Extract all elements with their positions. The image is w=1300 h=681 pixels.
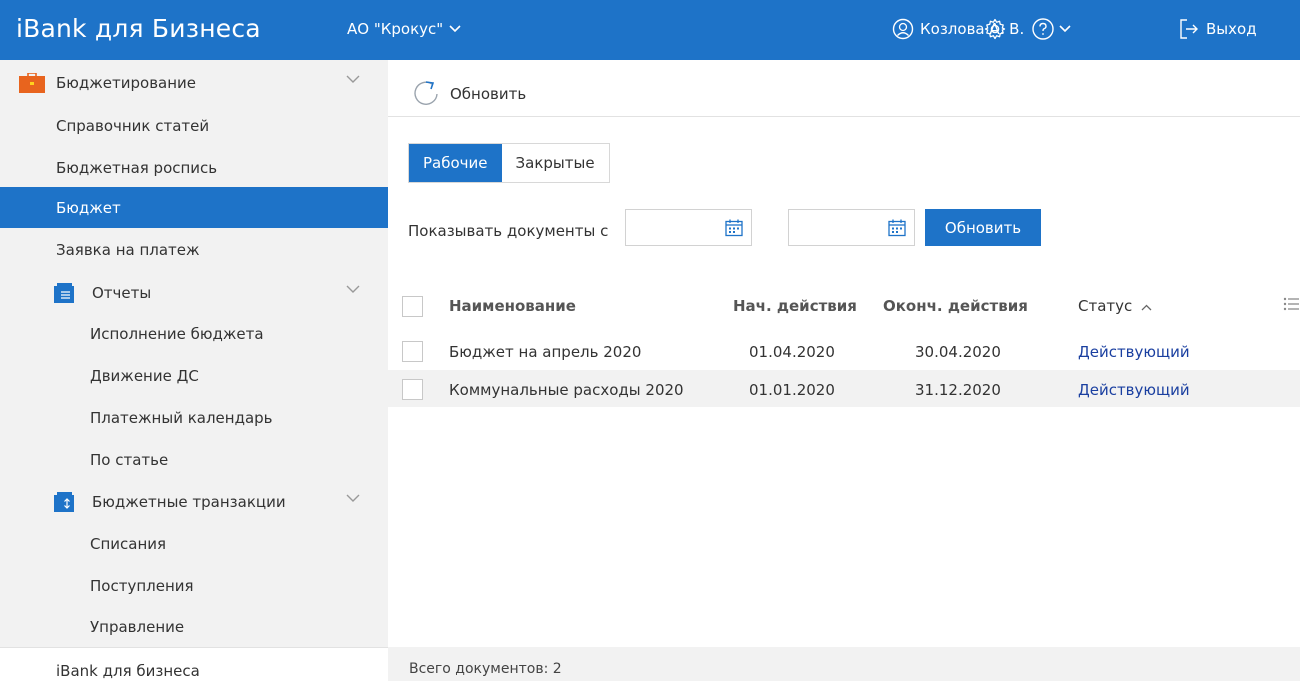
sidebar-item-payment-calendar[interactable]: Платежный календарь bbox=[0, 397, 388, 438]
column-header-status[interactable]: Статус bbox=[1078, 297, 1152, 315]
app-brand[interactable]: iBank для Бизнеса bbox=[16, 14, 261, 43]
sidebar-section-budgeting[interactable]: Бюджетирование bbox=[0, 62, 388, 103]
app-header: iBank для Бизнеса АО "Крокус" Козлова А.… bbox=[0, 0, 1300, 60]
filter-refresh-button[interactable]: Обновить bbox=[925, 209, 1041, 246]
refresh-icon bbox=[414, 81, 438, 105]
cell-end: 30.04.2020 bbox=[915, 343, 1001, 361]
sidebar-item-label: Поступления bbox=[90, 576, 194, 595]
help-menu[interactable] bbox=[1031, 17, 1071, 41]
sidebar-item-label: Бюджет bbox=[56, 198, 121, 217]
sidebar-item-label: По статье bbox=[90, 450, 169, 469]
toolbar: Обновить bbox=[388, 60, 1300, 117]
sidebar-item-receipts[interactable]: Поступления bbox=[0, 565, 388, 606]
sidebar-group-label: Отчеты bbox=[92, 283, 152, 302]
sidebar-item-by-article[interactable]: По статье bbox=[0, 439, 388, 480]
cell-start: 01.04.2020 bbox=[749, 343, 835, 361]
chevron-down-icon bbox=[346, 285, 360, 293]
date-from-field[interactable] bbox=[625, 209, 752, 246]
sidebar-item-label: Бюджетная роспись bbox=[56, 158, 218, 177]
sidebar-section-label: Бюджетирование bbox=[56, 73, 197, 92]
sidebar-footer: iBank для бизнеса bbox=[0, 647, 388, 681]
cell-name: Бюджет на апрель 2020 bbox=[449, 343, 642, 361]
user-name: Козлова А. В. bbox=[920, 20, 1025, 38]
sidebar-group-transactions[interactable]: Бюджетные транзакции bbox=[0, 481, 388, 522]
sidebar-item-budget-schedule[interactable]: Бюджетная роспись bbox=[0, 147, 388, 188]
column-header-status-label: Статус bbox=[1078, 297, 1133, 315]
briefcase-icon bbox=[19, 73, 45, 93]
tab-closed[interactable]: Закрытые bbox=[501, 144, 609, 182]
column-header-start[interactable]: Нач. действия bbox=[733, 297, 857, 315]
column-header-name[interactable]: Наименование bbox=[449, 297, 576, 315]
folder-icon bbox=[54, 283, 74, 303]
calendar-icon[interactable] bbox=[725, 219, 743, 237]
sidebar-item-label: Списания bbox=[90, 534, 167, 553]
calendar-icon[interactable] bbox=[888, 219, 906, 237]
transactions-folder-icon bbox=[54, 492, 74, 512]
org-selector[interactable]: АО "Крокус" bbox=[347, 20, 461, 38]
toolbar-refresh-label: Обновить bbox=[450, 85, 527, 103]
logout-icon bbox=[1180, 19, 1198, 39]
column-header-end[interactable]: Оконч. действия bbox=[883, 297, 1028, 315]
help-icon bbox=[1032, 18, 1054, 40]
row-checkbox[interactable] bbox=[402, 379, 423, 400]
org-name: АО "Крокус" bbox=[347, 20, 444, 38]
status-bar: Всего документов: 2 bbox=[388, 647, 1300, 681]
cell-end: 31.12.2020 bbox=[915, 381, 1001, 399]
tab-working[interactable]: Рабочие bbox=[409, 144, 502, 182]
user-icon bbox=[892, 18, 914, 40]
cell-name: Коммунальные расходы 2020 bbox=[449, 381, 684, 399]
logout-button[interactable]: Выход bbox=[1178, 18, 1257, 40]
chevron-down-icon bbox=[1059, 25, 1071, 33]
cell-status[interactable]: Действующий bbox=[1078, 343, 1190, 361]
sidebar-group-reports[interactable]: Отчеты bbox=[0, 272, 388, 313]
documents-total: Всего документов: 2 bbox=[409, 661, 562, 677]
cell-start: 01.01.2020 bbox=[749, 381, 835, 399]
sort-ascending-icon bbox=[1141, 304, 1152, 311]
sidebar-item-label: Управление bbox=[90, 617, 185, 636]
settings-button[interactable] bbox=[983, 17, 1007, 45]
toolbar-refresh-button[interactable]: Обновить bbox=[410, 78, 526, 110]
select-all-checkbox[interactable] bbox=[402, 296, 423, 317]
sidebar-item-label: Движение ДС bbox=[90, 366, 199, 385]
chevron-down-icon bbox=[346, 75, 360, 83]
sidebar-item-articles[interactable]: Справочник статей bbox=[0, 105, 388, 146]
date-to-field[interactable] bbox=[788, 209, 915, 246]
sidebar-item-label: Платежный календарь bbox=[90, 408, 273, 427]
sidebar-item-management[interactable]: Управление bbox=[0, 606, 388, 647]
sidebar-item-budget-execution[interactable]: Исполнение бюджета bbox=[0, 313, 388, 354]
logout-label: Выход bbox=[1206, 20, 1257, 38]
filter-from-label: Показывать документы с bbox=[408, 222, 609, 240]
gear-icon bbox=[984, 18, 1006, 40]
column-settings-icon[interactable] bbox=[1283, 297, 1299, 311]
sidebar-item-payment-request[interactable]: Заявка на платеж bbox=[0, 229, 388, 270]
cell-status[interactable]: Действующий bbox=[1078, 381, 1190, 399]
sidebar-item-label: Заявка на платеж bbox=[56, 240, 200, 259]
chevron-down-icon bbox=[449, 25, 461, 33]
sidebar-item-writeoffs[interactable]: Списания bbox=[0, 523, 388, 564]
sidebar-item-budget[interactable]: Бюджет bbox=[0, 187, 388, 228]
chevron-down-icon bbox=[346, 494, 360, 502]
sidebar-item-label: Исполнение бюджета bbox=[90, 324, 264, 343]
status-tabs: Рабочие Закрытые bbox=[408, 143, 610, 183]
row-checkbox[interactable] bbox=[402, 341, 423, 362]
sidebar-footer-brand[interactable]: iBank для бизнеса bbox=[56, 662, 200, 680]
sidebar-group-label: Бюджетные транзакции bbox=[92, 492, 286, 511]
sidebar-item-label: Справочник статей bbox=[56, 116, 210, 135]
sidebar: Бюджетирование Справочник статей Бюджетн… bbox=[0, 60, 388, 647]
sidebar-item-cash-flow[interactable]: Движение ДС bbox=[0, 355, 388, 396]
